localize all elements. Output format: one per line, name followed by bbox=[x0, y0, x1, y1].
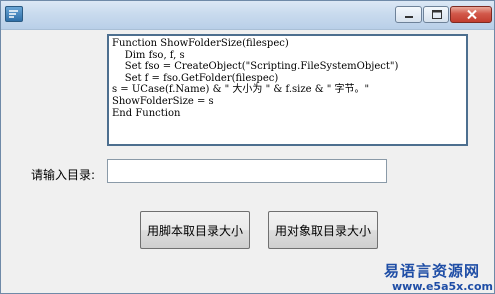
maximize-icon bbox=[432, 10, 442, 19]
code-text: Function ShowFolderSize(filespec) Dim fs… bbox=[112, 38, 399, 119]
watermark-text: 易语言资源网 bbox=[384, 262, 481, 280]
code-editor[interactable]: Function ShowFolderSize(filespec) Dim fs… bbox=[107, 34, 468, 146]
close-button[interactable] bbox=[450, 6, 492, 23]
watermark-url: www.e5a5x.com bbox=[392, 280, 493, 293]
script-size-button[interactable]: 用脚本取目录大小 bbox=[140, 211, 250, 249]
maximize-button[interactable] bbox=[423, 6, 449, 23]
close-icon bbox=[467, 9, 477, 20]
object-size-button[interactable]: 用对象取目录大小 bbox=[268, 211, 378, 249]
directory-label: 请输入目录: bbox=[31, 168, 96, 182]
directory-input[interactable] bbox=[107, 159, 387, 183]
app-icon[interactable] bbox=[5, 6, 23, 22]
minimize-button[interactable] bbox=[395, 6, 422, 23]
minimize-icon bbox=[405, 16, 413, 18]
app-window: Function ShowFolderSize(filespec) Dim fs… bbox=[0, 0, 495, 294]
title-bar[interactable] bbox=[1, 1, 494, 30]
